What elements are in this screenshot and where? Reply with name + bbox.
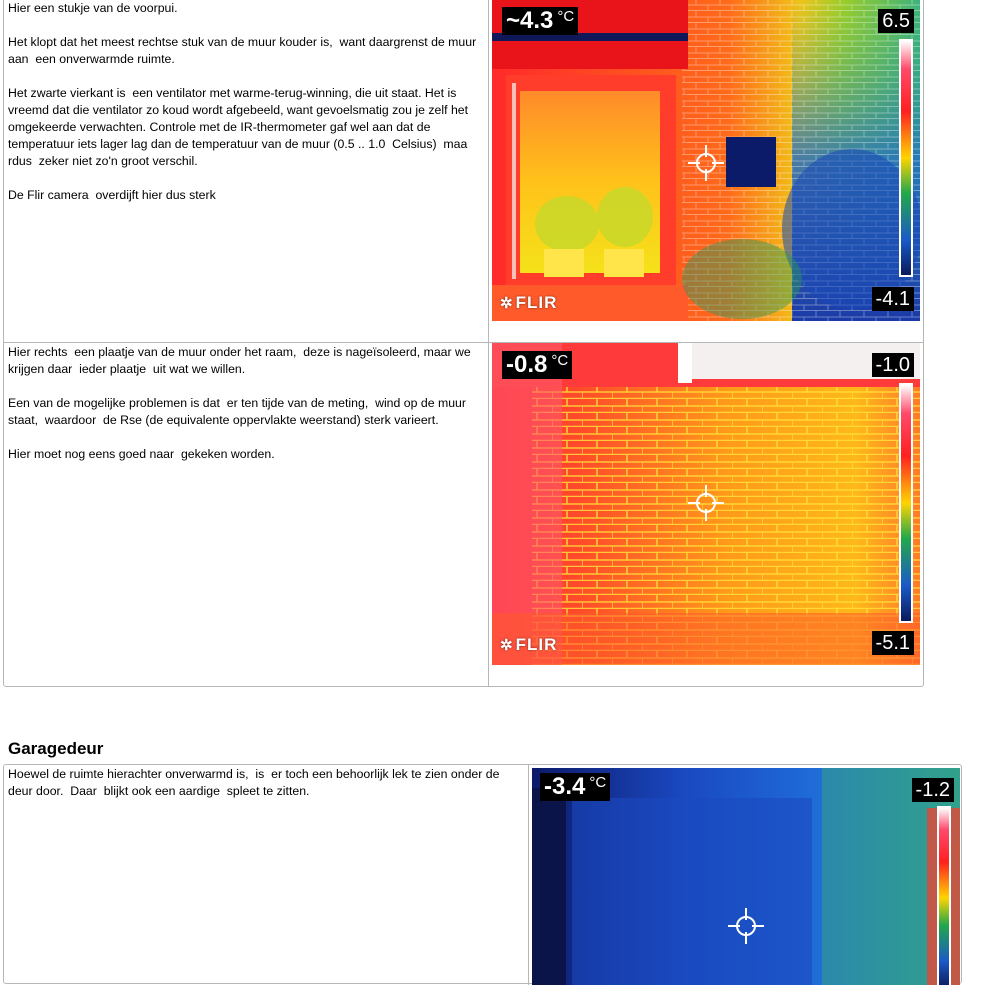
temperature-scale-bar [899,39,913,277]
paragraph: Het zwarte vierkant is een ventilator me… [8,86,472,168]
flir-logo: ✲ FLIR [500,293,558,312]
temperature-scale-bar [937,806,951,985]
thermal-table-front: Hier een stukje van de voorpui. Het klop… [3,0,924,687]
scale-max-label: -1.0 [871,353,914,377]
crosshair-icon [688,485,724,526]
temperature-scale-bar [899,383,913,623]
paragraph: Hier moet nog eens goed naar gekeken wor… [8,447,275,461]
table-row: Hoewel de ruimte hierachter onverwarmd i… [4,765,961,985]
description-cell: Hier rechts een plaatje van de muur onde… [4,343,489,686]
scale-min-label: -4.1 [871,287,914,311]
paragraph: Het klopt dat het meest rechtse stuk van… [8,35,480,66]
description-cell: Hoewel de ruimte hierachter onverwarmd i… [4,765,529,985]
spot-temperature: -3.4 °C [540,773,611,801]
section-heading: Garagedeur [8,739,104,758]
thermal-table-garage: Hoewel de ruimte hierachter onverwarmd i… [3,764,962,985]
paragraph: Hier een stukje van de voorpui. [8,1,178,15]
paragraph: Hier rechts een plaatje van de muur onde… [8,345,475,376]
paragraph: Een van de mogelijke problemen is dat er… [8,396,470,427]
spot-temperature: ~4.3 °C [502,7,579,35]
spot-temperature: -0.8 °C [502,351,573,379]
paragraph: Hoewel de ruimte hierachter onverwarmd i… [8,767,503,798]
crosshair-icon [728,908,764,949]
flir-logo: ✲ FLIR [500,635,558,654]
paragraph: De Flir camera overdijft hier dus sterk [8,188,216,202]
thermal-image-garage-door: -3.4 °C -1.2 [532,768,960,985]
scale-max-label: -1.2 [911,778,954,802]
scale-max-label: 6.5 [878,9,914,33]
crosshair-icon [688,145,724,186]
thermal-image-front-facade: ~4.3 °C 6.5 -4.1 ✲ FLIR [492,0,920,321]
table-row: Hier een stukje van de voorpui. Het klop… [4,0,923,342]
description-cell: Hier een stukje van de voorpui. Het klop… [4,0,489,342]
table-row: Hier rechts een plaatje van de muur onde… [4,342,923,686]
scale-min-label: -5.1 [871,631,914,655]
thermal-image-wall-under-window: -0.8 °C -1.0 -5.1 ✲ FLIR [492,343,920,665]
flir-mark-icon: ✲ [500,295,514,312]
flir-mark-icon: ✲ [500,637,514,654]
